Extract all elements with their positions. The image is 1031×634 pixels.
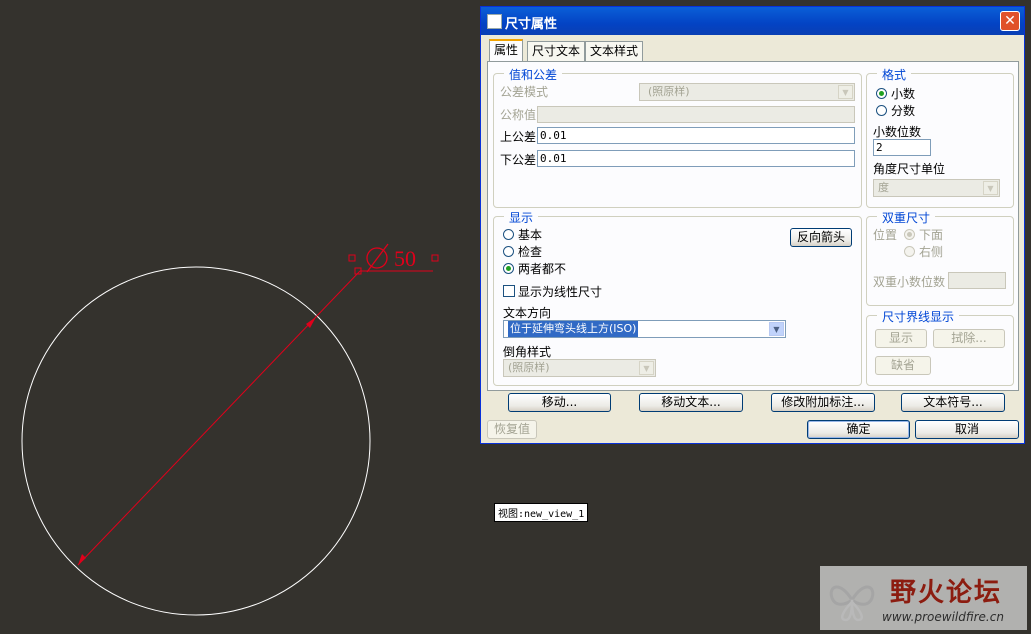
decimal-places-field[interactable]: 2 — [873, 139, 931, 156]
fraction-radio[interactable] — [876, 105, 887, 116]
window-icon — [487, 14, 502, 29]
angle-unit-select[interactable]: 度 ▼ — [873, 179, 1000, 197]
tab-label: 文本样式 — [590, 44, 639, 58]
move-button[interactable]: 移动... — [508, 393, 611, 412]
tolerance-mode-select[interactable]: (照原样) ▼ — [639, 83, 855, 101]
select-value: 度 — [878, 181, 889, 194]
chevron-down-icon: ▼ — [983, 181, 998, 195]
select-value: (照原样) — [508, 361, 550, 374]
default-witness-button[interactable]: 缺省 — [875, 356, 931, 375]
fraction-label: 分数 — [891, 104, 916, 118]
text-direction-label: 文本方向 — [503, 306, 552, 320]
diameter-symbol — [366, 243, 389, 273]
move-text-button[interactable]: 移动文本... — [639, 393, 743, 412]
properties-panel: 值和公差 公差模式 (照原样) ▼ 公称值 上公差 0.01 下公差 0.01 … — [487, 61, 1019, 391]
dialog-title: 尺寸属性 — [505, 17, 558, 32]
close-icon: ✕ — [1004, 13, 1016, 29]
linear-dimension-checkbox[interactable] — [503, 285, 515, 297]
decimal-radio[interactable] — [876, 88, 887, 99]
tab-dimension-text[interactable]: 尺寸文本 — [527, 41, 586, 61]
inspection-label: 检查 — [518, 245, 543, 259]
nominal-value-field[interactable] — [537, 106, 855, 123]
dimension-properties-dialog: 尺寸属性 ✕ 属性 尺寸文本 文本样式 值和公差 公差模式 (照原样) ▼ 公称… — [480, 6, 1025, 444]
dual-decimals-field[interactable] — [948, 272, 1006, 289]
cancel-button[interactable]: 取消 — [915, 420, 1019, 439]
diameter-dimension[interactable]: 50 — [77, 243, 439, 566]
group-title: 值和公差 — [504, 66, 563, 83]
show-witness-button[interactable]: 显示 — [875, 329, 927, 348]
dimension-handle-left[interactable] — [348, 254, 356, 262]
drawn-circle[interactable] — [21, 266, 371, 616]
dual-dimension-group: 双重尺寸 位置 下面 右侧 双重小数位数 — [866, 209, 1014, 306]
tab-text-style[interactable]: 文本样式 — [585, 41, 644, 61]
dimension-handle-right[interactable] — [431, 254, 439, 262]
erase-witness-button[interactable]: 拭除... — [933, 329, 1005, 348]
position-label: 位置 — [873, 228, 898, 242]
display-group: 显示 基本 检查 两者都不 反向箭头 显示为线性尺寸 文本方向 位于延伸弯头线上… — [493, 209, 862, 386]
upper-tolerance-field[interactable]: 0.01 — [537, 127, 855, 144]
group-title: 双重尺寸 — [877, 209, 936, 226]
tab-properties[interactable]: 属性 — [489, 39, 524, 62]
basic-radio[interactable] — [503, 229, 514, 240]
decimal-places-label: 小数位数 — [873, 125, 922, 139]
modify-note-button[interactable]: 修改附加标注... — [771, 393, 875, 412]
inspection-radio[interactable] — [503, 246, 514, 257]
restore-values-button[interactable]: 恢复值 — [487, 420, 537, 439]
watermark-title: 野火论坛 — [890, 578, 1003, 608]
dialog-titlebar[interactable]: 尺寸属性 ✕ — [481, 7, 1024, 35]
chevron-down-icon: ▼ — [639, 361, 654, 375]
text-direction-select[interactable]: 位于延伸弯头线上方(ISO) ▼ — [503, 320, 786, 338]
chamfer-style-select[interactable]: (照原样) ▼ — [503, 359, 656, 377]
view-label: 视图:new_view_1 — [494, 503, 589, 522]
right-radio[interactable] — [904, 246, 915, 257]
chamfer-style-label: 倒角样式 — [503, 345, 552, 359]
neither-radio[interactable] — [503, 263, 514, 274]
select-value: 位于延伸弯头线上方(ISO) — [508, 321, 639, 337]
dual-decimals-label: 双重小数位数 — [873, 275, 946, 289]
tolerance-mode-label: 公差模式 — [500, 85, 549, 99]
nominal-value-label: 公称值 — [500, 108, 537, 122]
dimension-value: 50 — [394, 246, 416, 271]
basic-label: 基本 — [518, 228, 543, 242]
text-symbol-button[interactable]: 文本符号... — [901, 393, 1005, 412]
group-title: 尺寸界线显示 — [877, 308, 960, 325]
forum-watermark: 野火论坛 www.proewildfire.cn — [820, 566, 1027, 630]
reverse-arrow-button[interactable]: 反向箭头 — [790, 228, 852, 247]
decimal-label: 小数 — [891, 87, 916, 101]
below-radio[interactable] — [904, 229, 915, 240]
chevron-down-icon: ▼ — [769, 322, 784, 336]
upper-tolerance-label: 上公差 — [500, 130, 537, 144]
close-button[interactable]: ✕ — [1000, 11, 1020, 31]
select-value: (照原样) — [648, 85, 690, 98]
butterfly-logo-icon — [829, 585, 875, 622]
lower-tolerance-label: 下公差 — [500, 153, 537, 167]
value-tolerance-group: 值和公差 公差模式 (照原样) ▼ 公称值 上公差 0.01 下公差 0.01 — [493, 66, 862, 208]
ok-button[interactable]: 确定 — [807, 420, 910, 439]
tab-label: 属性 — [494, 43, 519, 57]
group-title: 格式 — [877, 66, 912, 83]
right-label: 右侧 — [919, 245, 944, 259]
watermark-url: www.proewildfire.cn — [882, 610, 1004, 624]
dimension-arrowhead-lower — [78, 554, 86, 565]
format-group: 格式 小数 分数 小数位数 2 角度尺寸单位 度 ▼ — [866, 66, 1014, 208]
chevron-down-icon: ▼ — [838, 85, 853, 99]
angle-unit-label: 角度尺寸单位 — [873, 162, 946, 176]
below-label: 下面 — [919, 228, 944, 242]
lower-tolerance-field[interactable]: 0.01 — [537, 150, 855, 167]
group-title: 显示 — [504, 209, 539, 226]
linear-dimension-label: 显示为线性尺寸 — [518, 285, 603, 299]
neither-label: 两者都不 — [518, 262, 567, 276]
witness-line-group: 尺寸界线显示 显示 拭除... 缺省 — [866, 308, 1014, 386]
tab-label: 尺寸文本 — [532, 44, 581, 58]
